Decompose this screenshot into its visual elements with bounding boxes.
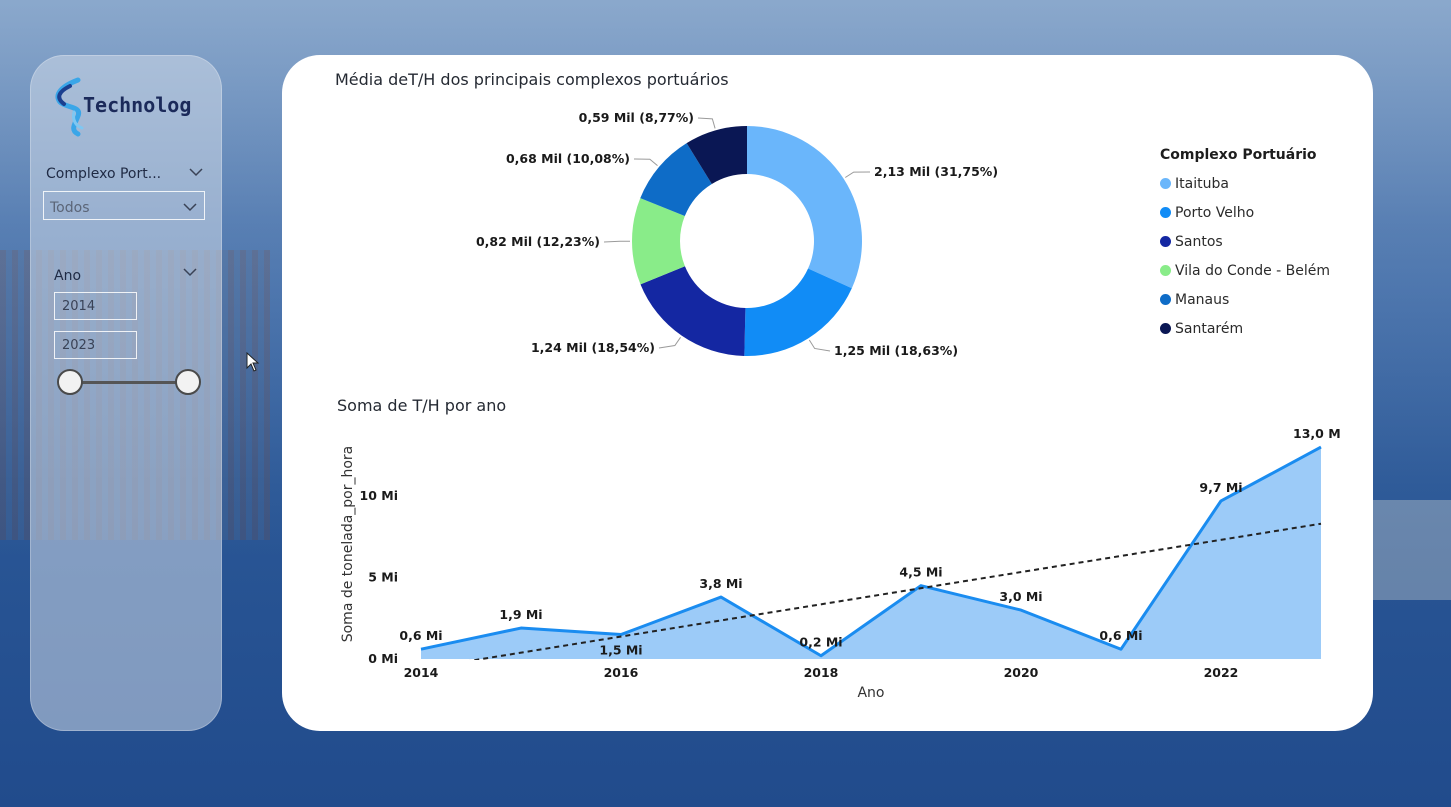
area-chart: 0,6 Mi 1,9 Mi 1,5 Mi 3,8 Mi 0,2 Mi 4,5 Mi 3,0 … bbox=[330, 426, 1340, 710]
area-data-label: 1,5 Mi bbox=[599, 643, 642, 658]
legend-marker bbox=[1160, 294, 1171, 305]
donut-leader-line bbox=[808, 339, 831, 352]
legend-label: Santos bbox=[1175, 233, 1223, 250]
complexo-slicer-title: Complexo Port... bbox=[46, 166, 162, 182]
ano-end-input[interactable]: 2023 bbox=[54, 331, 137, 359]
y-tick-label: 10 Mi bbox=[360, 488, 398, 503]
donut-leader-line bbox=[697, 117, 716, 129]
legend-marker bbox=[1160, 207, 1171, 218]
donut-leader-line bbox=[633, 158, 658, 167]
y-axis-title: Soma de tonelada_por_hora bbox=[340, 446, 356, 643]
area-data-label: 1,9 Mi bbox=[499, 607, 542, 622]
donut-leader-line bbox=[845, 171, 871, 178]
complexo-dropdown-value: Todos bbox=[50, 200, 90, 216]
area-data-label: 0,6 Mi bbox=[1099, 628, 1142, 643]
legend-marker bbox=[1160, 178, 1171, 189]
x-axis-title: Ano bbox=[857, 685, 884, 701]
x-tick-label: 2014 bbox=[404, 665, 439, 680]
complexo-dropdown[interactable]: Todos bbox=[43, 191, 205, 220]
y-tick-label: 0 Mi bbox=[368, 651, 398, 666]
area-data-label: 3,8 Mi bbox=[699, 576, 742, 591]
legend-item[interactable]: Santarém bbox=[1160, 314, 1330, 343]
legend-label: Itaituba bbox=[1175, 175, 1229, 192]
donut-slice-itaituba[interactable] bbox=[747, 126, 863, 289]
legend-item[interactable]: Manaus bbox=[1160, 285, 1330, 314]
legend-item[interactable]: Porto Velho bbox=[1160, 198, 1330, 227]
legend-title: Complexo Portuário bbox=[1160, 147, 1317, 163]
ano-slicer-title: Ano bbox=[54, 268, 82, 284]
donut-data-label: 1,24 Mil (18,54%) bbox=[531, 340, 655, 355]
legend-label: Vila do Conde - Belém bbox=[1175, 262, 1331, 279]
legend-label: Porto Velho bbox=[1175, 204, 1255, 221]
legend-item[interactable]: Itaituba bbox=[1160, 169, 1330, 198]
donut-data-label: 2,13 Mil (31,75%) bbox=[874, 164, 998, 179]
legend-item[interactable]: Vila do Conde - Belém bbox=[1160, 256, 1330, 285]
chevron-down-icon[interactable] bbox=[183, 267, 197, 277]
donut-data-label: 0,82 Mil (12,23%) bbox=[476, 234, 600, 249]
ano-slider-track[interactable] bbox=[70, 381, 188, 384]
mouse-pointer-icon bbox=[246, 352, 260, 372]
x-tick-label: 2018 bbox=[804, 665, 839, 680]
donut-chart: 2,13 Mil (31,75%) 1,25 Mil (18,63%) 1,24 M… bbox=[476, 110, 998, 358]
legend-marker bbox=[1160, 236, 1171, 247]
donut-leader-line bbox=[658, 337, 681, 349]
area-data-label: 4,5 Mi bbox=[899, 565, 942, 580]
donut-chart-title: Média deT/H dos principais complexos por… bbox=[335, 70, 729, 89]
legend-item[interactable]: Santos bbox=[1160, 227, 1330, 256]
legend-label: Manaus bbox=[1175, 291, 1230, 308]
x-tick-label: 2022 bbox=[1204, 665, 1239, 680]
legend-marker bbox=[1160, 323, 1171, 334]
area-data-label: 13,0 Mi bbox=[1293, 426, 1340, 441]
area-data-label: 0,6 Mi bbox=[399, 628, 442, 643]
logo-text: Technolog bbox=[83, 93, 192, 117]
area-data-label: 3,0 Mi bbox=[999, 589, 1042, 604]
ano-slider-end-handle[interactable] bbox=[175, 369, 201, 395]
background-dock bbox=[1360, 500, 1451, 600]
area-data-label: 9,7 Mi bbox=[1199, 480, 1242, 495]
donut-slice-santos[interactable] bbox=[640, 266, 746, 356]
ano-start-input[interactable]: 2014 bbox=[54, 292, 137, 320]
area-data-label: 0,2 Mi bbox=[799, 635, 842, 650]
dropdown-chevron-icon[interactable] bbox=[183, 202, 197, 212]
chevron-down-icon[interactable] bbox=[189, 167, 203, 177]
y-tick-label: 5 Mi bbox=[368, 570, 398, 585]
donut-data-label: 1,25 Mil (18,63%) bbox=[834, 343, 958, 358]
legend-label: Santarém bbox=[1175, 320, 1244, 337]
area-chart-title: Soma de T/H por ano bbox=[337, 396, 507, 415]
donut-leader-line bbox=[603, 240, 631, 243]
x-tick-label: 2020 bbox=[1004, 665, 1039, 680]
donut-data-label: 0,59 Mil (8,77%) bbox=[579, 110, 694, 125]
donut-data-label: 0,68 Mil (10,08%) bbox=[506, 151, 630, 166]
ano-slider-start-handle[interactable] bbox=[57, 369, 83, 395]
legend-marker bbox=[1160, 265, 1171, 276]
x-tick-label: 2016 bbox=[604, 665, 639, 680]
donut-legend: Complexo Portuário Itaituba Porto Velho Sa… bbox=[1160, 147, 1330, 343]
